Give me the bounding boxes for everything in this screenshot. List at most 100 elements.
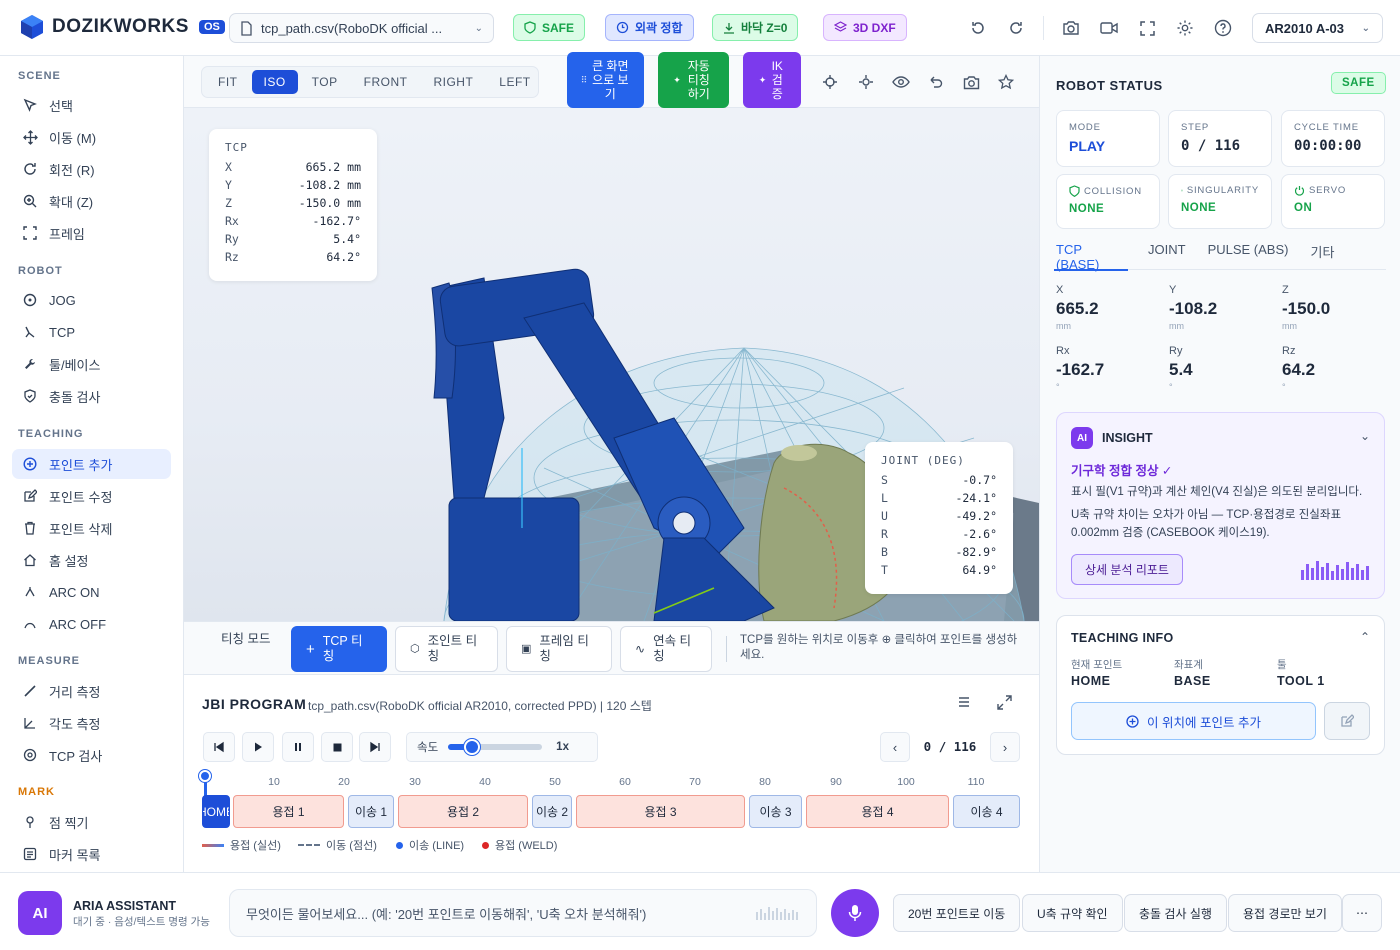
microphone-button[interactable] [831,889,879,937]
quick-action-weld-path[interactable]: 용접 경로만 보기 [1228,894,1342,932]
gear-icon[interactable] [1174,17,1196,39]
3d-viewport[interactable]: TCP X 665.2 mm Y -108.2 mm Z -150.0 mm Rx -1… [184,108,1039,621]
file-selector[interactable]: tcp_path.csv(RoboDK official ... ⌄ [229,13,494,43]
sidebar-item-jog[interactable]: JOG [12,285,171,315]
timeline-segment[interactable]: 용접 3 [576,795,745,828]
cursor-icon [22,97,38,113]
prev-step-button[interactable]: ‹ [880,732,910,762]
tcp-teach-button[interactable]: + TCP 티칭 [291,626,387,672]
timeline-segment[interactable]: 용접 1 [233,795,344,828]
next-step-button[interactable]: › [990,732,1020,762]
sidebar-item-tool-base[interactable]: 툴/베이스 [12,349,171,379]
detail-report-button[interactable]: 상세 분석 리포트 [1071,554,1183,585]
reset-view-icon[interactable] [926,72,946,92]
quick-action-u-axis[interactable]: U축 규약 확인 [1022,894,1123,932]
view-left-button[interactable]: LEFT [487,70,542,94]
joint-row-b: B -82.9° [881,543,997,561]
play-button[interactable] [242,732,274,762]
sidebar-item-marker-list[interactable]: 마커 목록 [12,839,171,869]
eye-icon[interactable] [891,72,911,92]
sidebar-item-move[interactable]: 이동 (M) [12,122,171,152]
sidebar-item-frame[interactable]: 프레임 [12,218,171,248]
timeline-segment[interactable]: 이송 1 [348,795,394,828]
outline-fit-button[interactable]: 외곽 정합 [605,14,694,41]
expand-icon[interactable] [997,695,1012,713]
timeline-playhead-knob[interactable] [199,770,211,782]
sidebar-item-zoom[interactable]: 확대 (Z) [12,186,171,216]
step-counter: 0 / 116 [923,739,977,754]
timeline-segment[interactable]: 용접 2 [398,795,528,828]
joint-row-s: S -0.7° [881,471,997,489]
sidebar-item-angle[interactable]: 각도 측정 [12,708,171,738]
timeline-segment[interactable]: 용접 4 [806,795,949,828]
timeline-segment[interactable]: 이송 4 [953,795,1020,828]
quick-action-goto-20[interactable]: 20번 포인트로 이동 [893,894,1021,932]
timeline-segment[interactable]: 이송 2 [532,795,572,828]
speed-slider[interactable] [448,739,543,755]
frame-teach-button[interactable]: ▣ 프레임 티칭 [506,626,612,672]
chat-input[interactable]: 무엇이든 물어보세요... (예: '20번 포인트로 이동해줘', 'U축 오… [229,889,817,937]
sidebar-item-arc-off[interactable]: ARC OFF [12,609,171,639]
sidebar-item-rotate[interactable]: 회전 (R) [12,154,171,184]
sidebar-item-home[interactable]: 홈 설정 [12,545,171,575]
sidebar-item-tcp-check[interactable]: TCP 검사 [12,740,171,770]
robot-selector[interactable]: AR2010 A-03 ⌄ [1252,13,1383,43]
dxf-button[interactable]: 3D DXF [823,14,907,41]
check-circle-icon [1181,189,1183,192]
sidebar-item-distance[interactable]: 거리 측정 [12,676,171,706]
star-icon[interactable] [996,72,1016,92]
edit-point-button[interactable] [1324,702,1370,740]
tab-joint[interactable]: JOINT [1148,242,1186,270]
crosshair-icon[interactable] [820,72,840,92]
skip-end-button[interactable] [359,732,391,762]
undo-icon[interactable] [967,17,989,39]
floor-z-button[interactable]: 바닥 Z=0 [712,14,799,41]
more-options-button[interactable]: ⋯ [1342,894,1382,932]
quick-action-collision[interactable]: 충돌 검사 실행 [1124,894,1227,932]
sidebar-item-tcp[interactable]: TCP [12,317,171,347]
video-icon[interactable] [1098,17,1120,39]
sidebar-item-add-point[interactable]: 포인트 추가 [12,449,171,479]
view-fit-button[interactable]: FIT [206,70,250,94]
sidebar-item-select[interactable]: 선택 [12,90,171,120]
redo-icon[interactable] [1005,17,1027,39]
timeline-segment[interactable]: HOME [202,795,230,828]
sidebar-item-mark-point[interactable]: 점 찍기 [12,807,171,837]
help-icon[interactable] [1212,17,1234,39]
tab-tcp-base[interactable]: TCP (BASE) [1054,242,1128,272]
timeline-segment[interactable]: 이송 3 [749,795,802,828]
joint-teach-button[interactable]: ⬡ 조인트 티칭 [395,626,498,672]
tab-pulse[interactable]: PULSE (ABS) [1208,242,1289,270]
chevron-up-icon[interactable]: ⌃ [1360,630,1370,644]
sidebar-item-edit-point[interactable]: 포인트 수정 [12,481,171,511]
view-right-button[interactable]: RIGHT [421,70,485,94]
stop-button[interactable] [321,732,353,762]
snapshot-icon[interactable] [961,72,981,92]
camera-icon[interactable] [1060,17,1082,39]
wrench-icon [22,356,38,372]
sidebar-item-delete-point[interactable]: 포인트 삭제 [12,513,171,543]
add-point-here-button[interactable]: 이 위치에 포인트 추가 [1071,702,1316,740]
ik-check-button[interactable]: ✦ IK 검증 [743,52,801,108]
view-top-button[interactable]: TOP [300,70,350,94]
speed-slider-handle[interactable] [463,739,480,755]
view-iso-button[interactable]: ISO [251,70,298,94]
servo-card: SERVO ON [1281,174,1385,229]
view-front-button[interactable]: FRONT [352,70,420,94]
big-view-button[interactable]: ⠿ 큰 화면으로 보기 [567,52,644,108]
pause-button[interactable] [282,732,314,762]
skip-start-icon [214,741,224,753]
sidebar-item-collision[interactable]: 충돌 검사 [12,381,171,411]
auto-teach-button[interactable]: ✦ 자동 티칭 하기 [658,52,729,108]
tab-other[interactable]: 기타 [1310,242,1334,270]
legend-label: 용접 (WELD) [495,840,558,852]
chevron-down-icon[interactable]: ⌄ [1360,429,1370,443]
crosshair-icon [22,747,38,763]
skip-start-button[interactable] [203,732,235,762]
sidebar-item-arc-on[interactable]: ARC ON [12,577,171,607]
origin-icon[interactable] [856,72,876,92]
menu-icon[interactable] [957,695,971,712]
continuous-teach-button[interactable]: ∿ 연속 티칭 [620,626,712,672]
fullscreen-icon[interactable] [1136,17,1158,39]
divider [726,636,727,662]
